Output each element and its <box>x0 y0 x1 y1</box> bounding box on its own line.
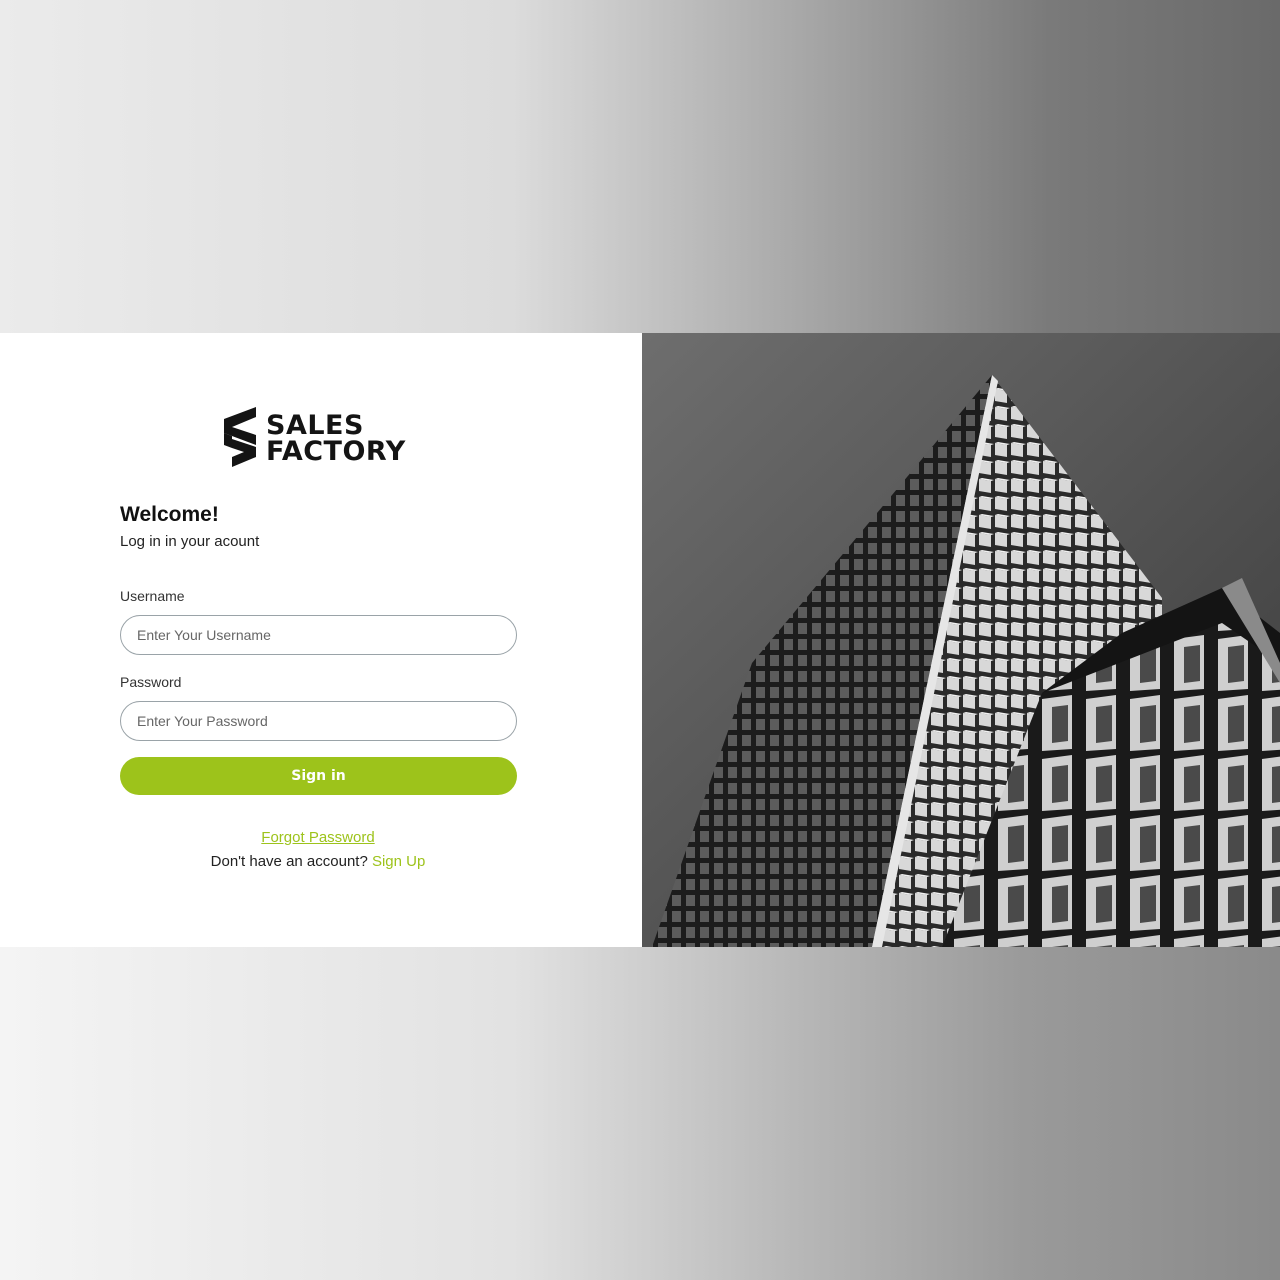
no-account-text: Don't have an account? <box>210 853 372 870</box>
username-label: Username <box>120 588 185 604</box>
logo-wordmark: SALES FACTORY <box>266 412 406 467</box>
password-input[interactable] <box>120 701 517 741</box>
sales-factory-logo: SALES FACTORY <box>222 405 422 469</box>
forgot-password-link[interactable]: Forgot Password <box>0 829 636 846</box>
sign-in-button[interactable]: Sign in <box>120 757 517 795</box>
page-title: Welcome! <box>120 503 219 526</box>
building-photo-illustration <box>642 333 1280 947</box>
logo-line-2: FACTORY <box>266 436 406 467</box>
logo-mark-icon <box>224 407 256 467</box>
background-top <box>0 0 1280 333</box>
password-label: Password <box>120 674 182 690</box>
login-panel: SALES FACTORY Welcome! Log in in your ac… <box>0 333 642 947</box>
page-subtitle: Log in in your acount <box>120 533 260 550</box>
background-bottom <box>0 947 1280 1280</box>
username-input[interactable] <box>120 615 517 655</box>
building-photo <box>642 333 1280 947</box>
signup-prompt: Don't have an account? Sign Up <box>0 853 636 870</box>
sign-up-link[interactable]: Sign Up <box>372 853 425 870</box>
